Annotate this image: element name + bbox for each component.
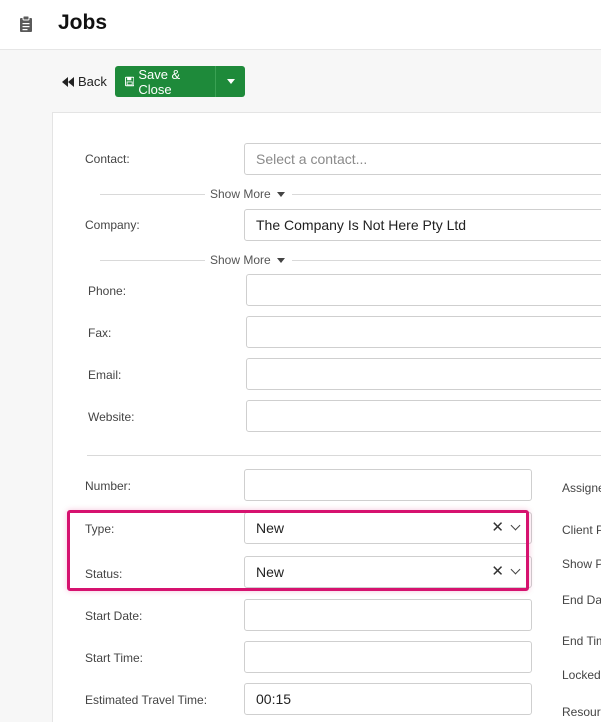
number-input[interactable] — [244, 469, 532, 501]
start-time-label: Start Time: — [85, 651, 144, 665]
show-more-contact-toggle[interactable]: Show More — [206, 187, 289, 201]
back-label: Back — [78, 74, 107, 89]
locked-label: Locked: — [562, 668, 601, 682]
website-label: Website: — [88, 410, 135, 424]
save-options-dropdown[interactable] — [215, 66, 245, 97]
save-button-group: Save & Close — [115, 66, 245, 97]
caret-down-icon — [226, 79, 235, 84]
client-label: Client P — [562, 523, 601, 537]
phone-label: Phone: — [88, 284, 127, 298]
start-date-label: Start Date: — [85, 609, 143, 623]
back-button[interactable]: Back — [62, 74, 107, 89]
show-more-label: Show More — [210, 253, 271, 267]
end-time-label: End Tim — [562, 634, 601, 648]
top-bar: Jobs — [0, 0, 601, 50]
contact-select[interactable]: Select a contact... — [244, 143, 601, 175]
email-input[interactable] — [246, 358, 601, 390]
caret-down-icon — [276, 191, 285, 197]
double-arrow-left-icon — [62, 76, 74, 87]
start-time-input[interactable] — [244, 641, 532, 673]
caret-down-icon — [276, 257, 285, 263]
end-date-label: End Da — [562, 593, 601, 607]
company-label: Company: — [85, 218, 140, 232]
start-date-input[interactable] — [244, 599, 532, 631]
save-close-label: Save & Close — [138, 66, 181, 97]
assignee-label: Assigne — [562, 481, 601, 495]
resource-label: Resour — [562, 705, 601, 719]
divider — [292, 194, 601, 195]
fax-input[interactable] — [246, 316, 601, 348]
show-label: Show P — [562, 557, 601, 571]
travel-time-label: Estimated Travel Time: — [85, 693, 208, 707]
clipboard-icon — [20, 15, 32, 32]
save-close-button[interactable]: Save & Close — [115, 66, 215, 97]
show-more-label: Show More — [210, 187, 271, 201]
floppy-disk-icon — [125, 76, 135, 87]
number-label: Number: — [85, 479, 132, 493]
email-label: Email: — [88, 368, 122, 382]
company-select[interactable]: The Company Is Not Here Pty Ltd — [244, 209, 601, 241]
contact-label: Contact: — [85, 152, 130, 166]
page-title: Jobs — [58, 11, 108, 34]
highlight-box — [67, 510, 529, 591]
phone-input[interactable] — [246, 274, 601, 306]
fax-label: Fax: — [88, 326, 112, 340]
show-more-company-toggle[interactable]: Show More — [206, 253, 289, 267]
divider — [292, 260, 601, 261]
section-divider — [87, 455, 601, 456]
divider — [100, 260, 205, 261]
website-input[interactable] — [246, 400, 601, 432]
divider — [100, 194, 205, 195]
travel-time-input[interactable]: 00:15 — [244, 683, 532, 715]
